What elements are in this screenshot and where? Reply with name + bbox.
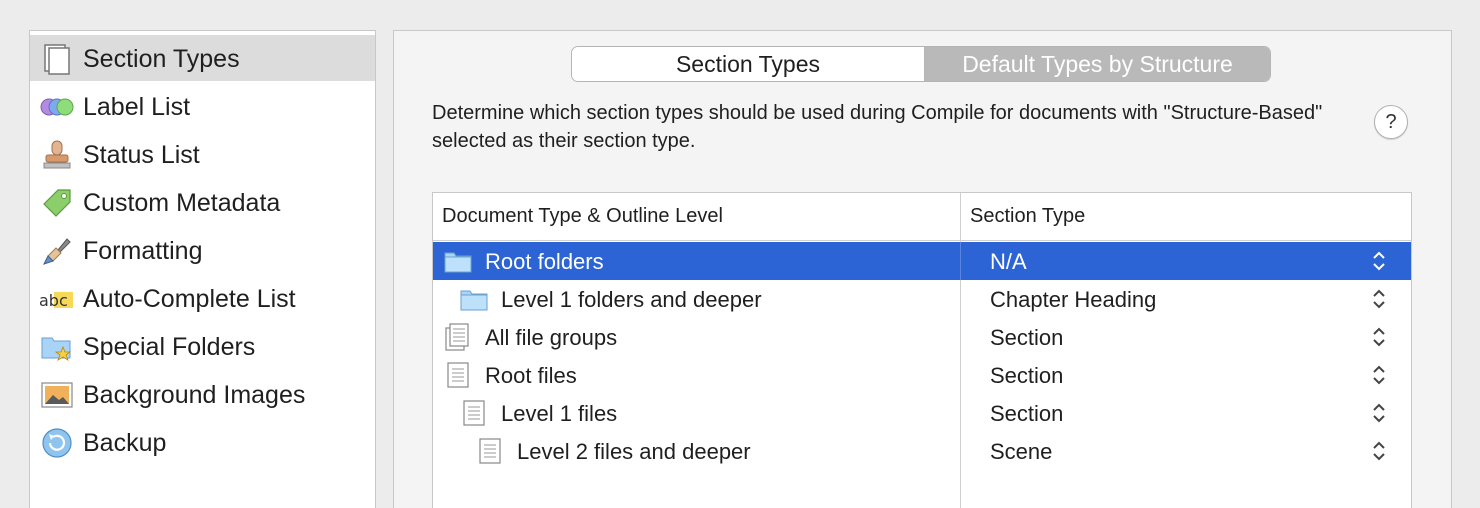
row-label: Level 2 files and deeper: [517, 439, 751, 464]
sidebar: Section Types Label List Status List Cus…: [29, 30, 376, 508]
sidebar-item-label: Auto-Complete List: [83, 285, 296, 313]
chevron-updown-icon[interactable]: [1371, 249, 1387, 273]
paintbrush-icon: [43, 238, 71, 265]
table-row[interactable]: All file groups Section: [433, 318, 1411, 356]
backup-icon: [42, 428, 72, 458]
sidebar-item-label: Custom Metadata: [83, 189, 281, 217]
chevron-updown-icon[interactable]: [1371, 363, 1387, 387]
column-header-document-type[interactable]: Document Type & Outline Level: [442, 205, 723, 228]
table-row[interactable]: Root folders N/A: [433, 242, 1411, 280]
description-text: Determine which section types should be …: [432, 102, 1323, 152]
file-icon: [447, 362, 469, 388]
settings-panel: Section Types Default Types by Structure…: [393, 30, 1452, 508]
section-type-value[interactable]: Section: [990, 325, 1063, 351]
sidebar-item-section-types[interactable]: Section Types: [30, 35, 375, 81]
column-divider: [960, 242, 961, 280]
sidebar-item-status-list[interactable]: Status List: [30, 131, 375, 177]
table-row[interactable]: Level 1 files Section: [433, 394, 1411, 432]
table-row[interactable]: Root files Section: [433, 356, 1411, 394]
sidebar-item-background-images[interactable]: Background Images: [30, 371, 375, 417]
file-icon: [479, 438, 501, 464]
file-group-icon: [445, 323, 469, 351]
sidebar-item-label: Formatting: [83, 237, 203, 265]
sidebar-item-label: Label List: [83, 93, 191, 121]
sidebar-item-label: Backup: [83, 429, 167, 457]
section-type-value[interactable]: Scene: [990, 439, 1052, 465]
sidebar-item-special-folders[interactable]: Special Folders: [30, 323, 375, 369]
star-folder-icon: [41, 337, 72, 361]
folder-icon: [460, 290, 488, 311]
chevron-updown-icon[interactable]: [1371, 401, 1387, 425]
section-type-value[interactable]: Section: [990, 363, 1063, 389]
svg-text:abc: abc: [40, 291, 68, 310]
pages-icon: [44, 44, 70, 75]
sidebar-item-label: Status List: [83, 141, 200, 169]
table-row[interactable]: Level 2 files and deeper Scene: [433, 432, 1411, 470]
row-label: All file groups: [485, 325, 618, 350]
structure-types-table: Document Type & Outline Level Section Ty…: [432, 192, 1412, 508]
chevron-updown-icon[interactable]: [1371, 325, 1387, 349]
table-header: Document Type & Outline Level Section Ty…: [433, 193, 1411, 241]
help-button[interactable]: ?: [1374, 105, 1408, 139]
tab-default-types-by-structure[interactable]: Default Types by Structure: [924, 47, 1270, 81]
sidebar-item-label: Section Types: [83, 45, 240, 73]
sidebar-item-auto-complete-list[interactable]: abc Auto-Complete List: [30, 275, 375, 321]
abc-icon: abc: [40, 291, 73, 310]
file-icon: [463, 400, 485, 426]
section-type-value[interactable]: Section: [990, 401, 1063, 427]
sidebar-item-label: Special Folders: [83, 333, 256, 361]
tag-icon: [43, 189, 71, 217]
stamp-icon: [43, 140, 71, 169]
tab-section-types[interactable]: Section Types: [572, 47, 925, 81]
picture-icon: [41, 382, 73, 408]
section-type-value[interactable]: N/A: [990, 249, 1027, 275]
sidebar-item-label-list[interactable]: Label List: [30, 83, 375, 129]
sidebar-item-label: Background Images: [83, 381, 306, 409]
sidebar-item-custom-metadata[interactable]: Custom Metadata: [30, 179, 375, 225]
row-label: Root files: [485, 363, 577, 388]
table-row[interactable]: Level 1 folders and deeper Chapter Headi…: [433, 280, 1411, 318]
row-label: Level 1 folders and deeper: [501, 287, 762, 312]
row-label: Level 1 files: [501, 401, 618, 426]
segmented-control: Section Types Default Types by Structure: [571, 46, 1271, 82]
chevron-updown-icon[interactable]: [1371, 439, 1387, 463]
label-circles-icon: [40, 98, 74, 116]
row-label: Root folders: [485, 249, 604, 274]
folder-icon: [444, 252, 472, 273]
sidebar-item-formatting[interactable]: Formatting: [30, 227, 375, 273]
section-type-value[interactable]: Chapter Heading: [990, 287, 1156, 313]
column-header-section-type[interactable]: Section Type: [970, 205, 1085, 228]
sidebar-item-backup[interactable]: Backup: [30, 419, 375, 465]
chevron-updown-icon[interactable]: [1371, 287, 1387, 311]
